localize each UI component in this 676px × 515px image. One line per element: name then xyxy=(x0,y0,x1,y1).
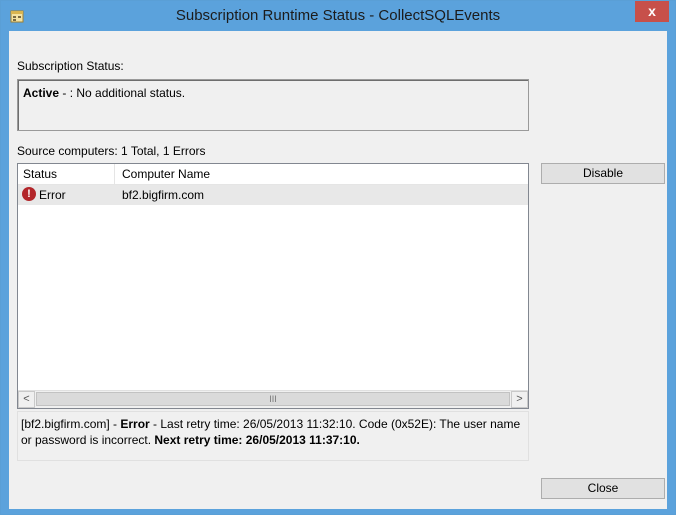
close-button[interactable]: Close xyxy=(541,478,665,499)
row-status: Error xyxy=(39,188,66,202)
detail-error-label: Error xyxy=(120,417,150,431)
horizontal-scrollbar[interactable]: < III > xyxy=(18,390,528,408)
scroll-thumb[interactable]: III xyxy=(36,392,510,406)
detail-source: [bf2.bigfirm.com] - xyxy=(21,417,121,431)
scroll-right-button[interactable]: > xyxy=(511,391,528,408)
subscription-status-label: Subscription Status: xyxy=(17,59,124,73)
column-header-computer-name[interactable]: Computer Name xyxy=(122,167,210,181)
disable-button[interactable]: Disable xyxy=(541,163,665,184)
scroll-left-button[interactable]: < xyxy=(18,391,35,408)
row-computer-name: bf2.bigfirm.com xyxy=(122,188,205,202)
title-bar[interactable]: Subscription Runtime Status - CollectSQL… xyxy=(1,1,675,31)
status-detail: - : No additional status. xyxy=(59,86,186,100)
column-divider[interactable] xyxy=(114,164,115,184)
window-title: Subscription Runtime Status - CollectSQL… xyxy=(175,7,501,24)
error-detail-box: [bf2.bigfirm.com] - Error - Last retry t… xyxy=(17,411,529,461)
error-detail-text: [bf2.bigfirm.com] - Error - Last retry t… xyxy=(21,416,525,448)
subscription-status-box: Active - : No additional status. xyxy=(17,79,529,131)
detail-next-retry: Next retry time: 26/05/2013 11:37:10. xyxy=(154,433,360,447)
table-row[interactable]: ! Error bf2.bigfirm.com xyxy=(18,185,528,205)
status-state: Active xyxy=(23,86,60,100)
dialog-window: Subscription Runtime Status - CollectSQL… xyxy=(0,0,676,515)
source-computers-label: Source computers: 1 Total, 1 Errors xyxy=(17,144,206,158)
column-header-status[interactable]: Status xyxy=(23,167,57,181)
list-header: Status Computer Name xyxy=(18,164,528,185)
source-computers-list[interactable]: Status Computer Name ! Error bf2.bigfirm… xyxy=(17,163,529,409)
dialog-client-area: Subscription Status: Active - : No addit… xyxy=(9,31,667,509)
error-icon: ! xyxy=(22,187,36,201)
subscription-status-text: Active - : No additional status. xyxy=(23,86,185,100)
close-window-button[interactable]: x xyxy=(635,1,669,22)
